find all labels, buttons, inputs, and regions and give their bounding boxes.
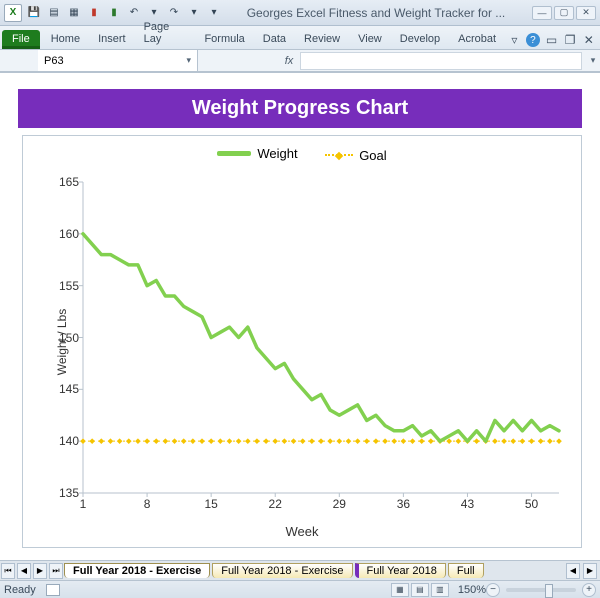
zoom-in-button[interactable]: + <box>582 583 596 597</box>
formula-input[interactable] <box>300 52 582 70</box>
chart-container: Weight Goal Weight / Lbs Week 1351401451… <box>22 135 582 548</box>
ribbon-tabs: File Home Insert Page Lay Formula Data R… <box>0 26 600 50</box>
zoom-slider[interactable] <box>506 588 576 592</box>
x-tick-label: 1 <box>73 497 93 511</box>
tab-nav-first-icon[interactable]: ⏮ <box>1 563 15 579</box>
name-box-dropdown-icon[interactable]: ▾ <box>186 55 191 66</box>
chart-legend: Weight Goal <box>23 136 581 165</box>
title-bar: X 💾 ▤ ▦ ▮ ▮ ↶ ▾ ↷ ▾ ▾ Georges Excel Fitn… <box>0 0 600 26</box>
qat-customize-icon[interactable]: ▾ <box>206 5 222 21</box>
zoom-level[interactable]: 150% <box>458 584 486 596</box>
view-normal-icon[interactable]: ▦ <box>391 583 409 597</box>
name-box-input[interactable] <box>44 55 186 67</box>
ribbon-tab-view[interactable]: View <box>349 29 391 49</box>
ribbon-restore-icon[interactable]: ❐ <box>562 31 579 49</box>
legend-label: Goal <box>359 148 386 163</box>
ribbon-tab-page-layout[interactable]: Page Lay <box>135 17 196 49</box>
qat-bar-icon[interactable]: ▮ <box>106 5 122 21</box>
sheet-tab[interactable]: Full Year 2018 - Exercise <box>64 563 210 578</box>
ribbon-caret-icon[interactable]: ▿ <box>506 31 523 49</box>
macro-record-icon[interactable] <box>46 584 60 596</box>
status-bar: Ready ▦ ▤ ▥ 150% − + <box>0 580 600 598</box>
zoom-out-button[interactable]: − <box>486 583 500 597</box>
x-tick-label: 15 <box>201 497 221 511</box>
ribbon-close-icon[interactable]: ✕ <box>580 31 597 49</box>
ribbon-tab-review[interactable]: Review <box>295 29 349 49</box>
y-tick-label: 150 <box>49 331 79 345</box>
minimize-button[interactable]: — <box>532 6 552 20</box>
ribbon-tab-developer[interactable]: Develop <box>391 29 449 49</box>
fx-icon[interactable]: fx <box>278 55 300 67</box>
hscroll-left-icon[interactable]: ◀ <box>566 563 580 579</box>
hscroll-right-icon[interactable]: ▶ <box>583 563 597 579</box>
x-tick-label: 8 <box>137 497 157 511</box>
qat-bar-icon[interactable]: ▮ <box>86 5 102 21</box>
sheet-tab[interactable]: Full <box>448 563 484 578</box>
x-axis-label: Week <box>23 524 581 539</box>
chart-title: Weight Progress Chart <box>18 89 582 128</box>
maximize-button[interactable]: ▢ <box>554 6 574 20</box>
excel-logo-icon: X <box>4 4 22 22</box>
tab-nav-prev-icon[interactable]: ◀ <box>17 563 31 579</box>
sheet-tab[interactable]: Full Year 2018 - Exercise <box>212 563 352 578</box>
help-icon[interactable]: ? <box>525 31 542 49</box>
ribbon-tab-formulas[interactable]: Formula <box>195 29 253 49</box>
ribbon-tab-acrobat[interactable]: Acrobat <box>449 29 505 49</box>
legend-item-goal: Goal <box>325 148 386 163</box>
y-tick-label: 160 <box>49 227 79 241</box>
y-tick-label: 145 <box>49 382 79 396</box>
window-title: Georges Excel Fitness and Weight Tracker… <box>222 6 530 20</box>
save-icon[interactable]: 💾 <box>26 5 42 21</box>
worksheet-area: Weight Progress Chart Weight Goal Weight… <box>0 72 600 560</box>
formula-expand-icon[interactable]: ▾ <box>586 55 600 66</box>
legend-item-weight: Weight <box>217 146 297 161</box>
qat-icon[interactable]: ▦ <box>66 5 82 21</box>
close-button[interactable]: ✕ <box>576 6 596 20</box>
legend-label: Weight <box>257 146 297 161</box>
tab-nav-last-icon[interactable]: ⏭ <box>49 563 63 579</box>
tab-nav-next-icon[interactable]: ▶ <box>33 563 47 579</box>
legend-swatch-weight <box>217 151 251 156</box>
x-tick-label: 22 <box>265 497 285 511</box>
y-tick-label: 140 <box>49 434 79 448</box>
x-tick-label: 29 <box>329 497 349 511</box>
view-layout-icon[interactable]: ▤ <box>411 583 429 597</box>
ribbon-tab-insert[interactable]: Insert <box>89 29 135 49</box>
status-ready: Ready <box>4 584 36 596</box>
sheet-tab-bar: ⏮ ◀ ▶ ⏭ Full Year 2018 - Exercise Full Y… <box>0 560 600 580</box>
ribbon-tab-home[interactable]: Home <box>42 29 89 49</box>
legend-swatch-goal <box>325 154 353 156</box>
x-tick-label: 50 <box>522 497 542 511</box>
y-tick-label: 155 <box>49 279 79 293</box>
formula-bar: ▾ fx ▾ <box>0 50 600 72</box>
view-break-icon[interactable]: ▥ <box>431 583 449 597</box>
qat-icon[interactable]: ▤ <box>46 5 62 21</box>
ribbon-tab-data[interactable]: Data <box>254 29 295 49</box>
x-tick-label: 43 <box>457 497 477 511</box>
chart-svg <box>83 182 559 493</box>
sheet-tab[interactable]: Full Year 2018 <box>355 563 446 578</box>
name-box[interactable]: ▾ <box>38 50 198 71</box>
y-tick-label: 165 <box>49 175 79 189</box>
plot-area: 13514014515015516016518152229364350 <box>83 182 559 493</box>
ribbon-min-icon[interactable]: ▭ <box>543 31 560 49</box>
x-tick-label: 36 <box>393 497 413 511</box>
file-tab[interactable]: File <box>2 30 40 49</box>
